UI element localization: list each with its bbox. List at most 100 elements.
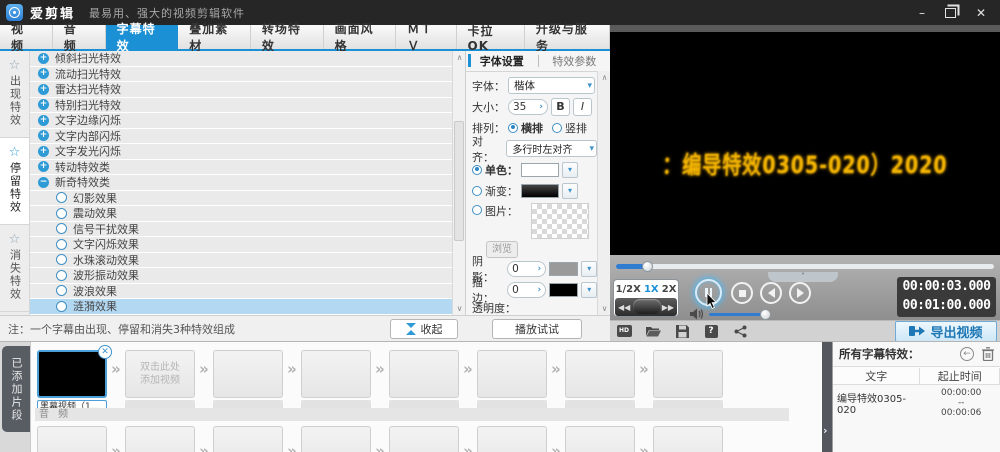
add-video-slot[interactable]: 双击此处 添加视频 xyxy=(125,350,195,412)
close-icon[interactable]: ✕ xyxy=(976,7,986,19)
expand-icon[interactable]: + xyxy=(38,146,49,157)
effects-list-scrollbar[interactable]: ∧ ∨ xyxy=(452,51,465,315)
empty-video-slot[interactable] xyxy=(389,350,459,412)
empty-audio-slot[interactable] xyxy=(389,426,459,452)
effect-option[interactable]: 幻影效果 xyxy=(30,191,452,207)
stroke-color-swatch[interactable] xyxy=(549,283,578,297)
tab-picture-style[interactable]: 画面风格 xyxy=(324,25,397,49)
effect-item[interactable]: +文字发光闪烁 xyxy=(30,144,452,160)
radio-image[interactable] xyxy=(472,205,482,215)
tab-transitions[interactable]: 转场特效 xyxy=(251,25,324,49)
play-test-button[interactable]: 播放试试 xyxy=(492,319,582,339)
shadow-color-swatch[interactable] xyxy=(549,262,578,276)
seek-bar[interactable] xyxy=(616,264,994,269)
next-frame-button[interactable] xyxy=(789,282,811,304)
gradient-swatch[interactable] xyxy=(521,184,559,198)
effect-option[interactable]: 震动效果 xyxy=(30,206,452,222)
effect-category-expanded[interactable]: −新奇特效类 xyxy=(30,175,452,191)
image-texture-preview[interactable] xyxy=(531,203,589,239)
hd-video-icon[interactable]: HD xyxy=(616,324,632,338)
empty-audio-slot[interactable] xyxy=(653,426,723,452)
empty-audio-slot[interactable] xyxy=(565,426,635,452)
speed-1x[interactable]: 1X xyxy=(644,284,659,295)
empty-audio-slot[interactable] xyxy=(477,426,547,452)
effect-item[interactable]: +转动特效类 xyxy=(30,160,452,176)
tab-video[interactable]: 视 频 xyxy=(0,25,53,49)
chevron-down-icon[interactable]: ▾ xyxy=(581,261,597,277)
rail-item-appear[interactable]: ☆ 出现特效 xyxy=(0,51,29,138)
solid-color-swatch[interactable] xyxy=(521,163,559,177)
speaker-icon[interactable] xyxy=(690,308,704,320)
collapse-button[interactable]: 收起 xyxy=(390,319,458,339)
shadow-stepper[interactable]: 0 › xyxy=(507,261,546,277)
effect-option[interactable]: 信号干扰效果 xyxy=(30,222,452,238)
minimize-icon[interactable]: – xyxy=(919,7,925,19)
radio-vertical[interactable] xyxy=(552,123,562,133)
effect-item[interactable]: +文字内部闪烁 xyxy=(30,129,452,145)
empty-video-slot[interactable] xyxy=(477,350,547,412)
effect-item[interactable]: +雷达扫光特效 xyxy=(30,82,452,98)
panel-handle-icon[interactable]: › xyxy=(823,424,828,437)
radio-solid-color[interactable] xyxy=(472,165,482,175)
back-arrow-icon[interactable]: ← xyxy=(960,347,974,361)
chevron-down-icon[interactable]: ▾ xyxy=(562,183,578,199)
tab-mtv[interactable]: ＭＴＶ xyxy=(396,25,456,49)
stepper-icon[interactable]: › xyxy=(537,264,541,274)
effect-item[interactable]: +特别扫光特效 xyxy=(30,98,452,114)
radio-gradient[interactable] xyxy=(472,186,482,196)
align-select[interactable]: 多行时左对齐 ▾ xyxy=(506,140,597,157)
effect-option[interactable]: 波浪效果 xyxy=(30,284,452,300)
rail-item-stay[interactable]: ☆ 停留特效 xyxy=(0,138,29,225)
stop-button[interactable] xyxy=(731,282,753,304)
chevron-down-icon[interactable]: ▾ xyxy=(562,162,578,178)
expand-icon[interactable]: + xyxy=(38,68,49,79)
speed-half[interactable]: 1/2X xyxy=(616,284,641,295)
effect-item[interactable]: +文字边缘闪烁 xyxy=(30,113,452,129)
expand-icon[interactable]: + xyxy=(38,115,49,126)
empty-video-slot[interactable] xyxy=(213,350,283,412)
empty-video-slot[interactable] xyxy=(301,350,371,412)
export-video-button[interactable]: 导出视频 xyxy=(895,321,997,342)
volume-knob[interactable] xyxy=(760,309,771,320)
effect-option[interactable]: 水珠滚动效果 xyxy=(30,253,452,269)
jog-wheel[interactable]: ◀◀ ▶▶ xyxy=(615,298,677,316)
stroke-stepper[interactable]: 0 › xyxy=(507,282,546,298)
tab-effect-params[interactable]: 特效参数 xyxy=(539,53,611,69)
scrollbar-thumb[interactable] xyxy=(454,121,464,241)
empty-video-slot[interactable] xyxy=(653,350,723,412)
added-clips-tab[interactable]: 已添加片段 xyxy=(2,346,30,432)
jog-knob[interactable] xyxy=(633,299,661,314)
tab-font-settings[interactable]: 字体设置 xyxy=(466,53,538,69)
expand-icon[interactable]: + xyxy=(38,161,49,172)
video-preview[interactable]: ：编导特效0305-020）2020 xyxy=(610,32,1000,255)
expand-icon[interactable]: + xyxy=(38,53,49,64)
empty-audio-slot[interactable] xyxy=(125,426,195,452)
jog-left-icon[interactable]: ◀◀ xyxy=(618,303,630,312)
tab-upgrade[interactable]: 升级与服务 xyxy=(525,25,610,49)
effect-option-selected[interactable]: 涟漪效果 xyxy=(30,299,452,315)
tab-overlay-material[interactable]: 叠加素材 xyxy=(178,25,251,49)
effect-item[interactable]: +流动扫光特效 xyxy=(30,67,452,83)
speed-2x[interactable]: 2X xyxy=(662,284,677,295)
maximize-icon[interactable] xyxy=(945,8,956,18)
stepper-icon[interactable]: › xyxy=(537,285,541,295)
effect-option[interactable]: 波形振动效果 xyxy=(30,268,452,284)
empty-audio-slot[interactable] xyxy=(301,426,371,452)
collapse-player-tab[interactable]: ˅ xyxy=(768,272,838,282)
subtitle-row[interactable]: 编导特效0305-020 00:00:00 -- 00:00:06 xyxy=(833,385,1000,418)
font-family-select[interactable]: 楷体 ▾ xyxy=(508,77,595,94)
expand-icon[interactable]: + xyxy=(38,84,49,95)
tab-karaoke[interactable]: 卡拉OK xyxy=(457,25,525,49)
stepper-icon[interactable]: › xyxy=(539,102,543,112)
jog-right-icon[interactable]: ▶▶ xyxy=(662,303,674,312)
volume-slider[interactable] xyxy=(709,313,767,316)
close-icon[interactable]: ✕ xyxy=(98,345,112,359)
effect-item[interactable]: +倾斜扫光特效 xyxy=(30,51,452,67)
expand-icon[interactable]: + xyxy=(38,99,49,110)
collapse-icon[interactable]: − xyxy=(38,177,49,188)
expand-icon[interactable]: + xyxy=(38,130,49,141)
prev-frame-button[interactable] xyxy=(760,282,782,304)
italic-button[interactable]: I xyxy=(573,98,592,116)
rail-item-disappear[interactable]: ☆ 消失特效 xyxy=(0,225,29,312)
effect-option[interactable]: 文字闪烁效果 xyxy=(30,237,452,253)
